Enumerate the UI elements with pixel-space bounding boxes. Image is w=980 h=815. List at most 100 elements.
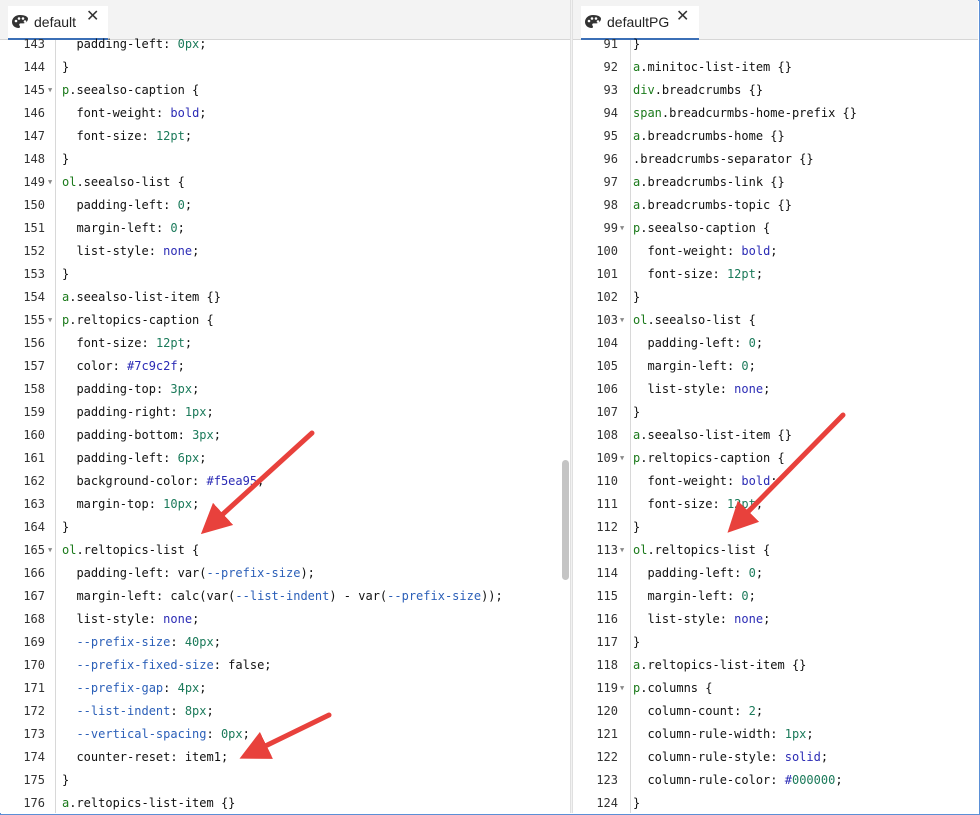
line-number: 153 [23, 267, 45, 281]
code-line[interactable]: 166 padding-left: var(--prefix-size); [0, 562, 570, 585]
code-line[interactable]: 117} [573, 631, 978, 654]
code-line[interactable]: 152 list-style: none; [0, 240, 570, 263]
code-line[interactable]: 122 column-rule-style: solid; [573, 746, 978, 769]
line-number: 100 [596, 244, 618, 258]
code-line[interactable]: 160 padding-bottom: 3px; [0, 424, 570, 447]
code-line[interactable]: 170 --prefix-fixed-size: false; [0, 654, 570, 677]
code-line[interactable]: 99 ▼ p.seealso-caption { [573, 217, 978, 240]
fold-toggle-icon[interactable]: ▼ [620, 217, 624, 240]
line-number: 166 [23, 566, 45, 580]
line-number: 117 [596, 635, 618, 649]
code-line[interactable]: 95 a.breadcrumbs-home {} [573, 125, 978, 148]
close-tab-icon[interactable]: ✕ [86, 6, 99, 26]
code-line[interactable]: 96 .breadcrumbs-separator {} [573, 148, 978, 171]
code-line[interactable]: 110 font-weight: bold; [573, 470, 978, 493]
code-line[interactable]: 171 --prefix-gap: 4px; [0, 677, 570, 700]
code-line[interactable]: 154 a.seealso-list-item {} [0, 286, 570, 309]
fold-toggle-icon[interactable]: ▼ [48, 171, 52, 194]
code-line[interactable]: 109 ▼ p.reltopics-caption { [573, 447, 978, 470]
code-line[interactable]: 124} [573, 792, 978, 813]
code-line[interactable]: 162 background-color: #f5ea95; [0, 470, 570, 493]
code-line[interactable]: 161 padding-left: 6px; [0, 447, 570, 470]
code-line[interactable]: 103 ▼ ol.seealso-list { [573, 309, 978, 332]
code-text: a.breadcrumbs-link {} [633, 175, 785, 189]
code-line[interactable]: 172 --list-indent: 8px; [0, 700, 570, 723]
fold-toggle-icon[interactable]: ▼ [620, 539, 624, 562]
code-line[interactable]: 155 ▼ p.reltopics-caption { [0, 309, 570, 332]
code-line[interactable]: 118 a.reltopics-list-item {} [573, 654, 978, 677]
code-line[interactable]: 147 font-size: 12pt; [0, 125, 570, 148]
fold-toggle-icon[interactable]: ▼ [620, 309, 624, 332]
line-number: 113 [596, 543, 618, 557]
close-tab-icon[interactable]: ✕ [676, 6, 689, 26]
code-line[interactable]: 174 counter-reset: item1; [0, 746, 570, 769]
code-line[interactable]: 120 column-count: 2; [573, 700, 978, 723]
code-editor-left[interactable]: 143 padding-left: 0px; 144} 145 ▼ p.seealso-… [0, 37, 570, 813]
code-line[interactable]: 114 padding-left: 0; [573, 562, 978, 585]
code-line[interactable]: 168 list-style: none; [0, 608, 570, 631]
code-text: font-weight: bold; [647, 244, 778, 258]
code-line[interactable]: 93 div.breadcrumbs {} [573, 79, 978, 102]
code-text: column-count: 2; [647, 704, 764, 718]
code-text: } [62, 152, 70, 166]
code-line[interactable]: 146 font-weight: bold; [0, 102, 570, 125]
code-line[interactable]: 115 margin-left: 0; [573, 585, 978, 608]
code-line[interactable]: 159 padding-right: 1px; [0, 401, 570, 424]
line-number: 150 [23, 198, 45, 212]
code-line[interactable]: 148} [0, 148, 570, 171]
code-line[interactable]: 173 --vertical-spacing: 0px; [0, 723, 570, 746]
code-line[interactable]: 105 margin-left: 0; [573, 355, 978, 378]
code-line[interactable]: 163 margin-top: 10px; [0, 493, 570, 516]
line-number: 111 [596, 497, 618, 511]
code-line[interactable]: 94 span.breadcurmbs-home-prefix {} [573, 102, 978, 125]
code-editor-right[interactable]: 91} 92 a.minitoc-list-item {} 93 div.breadcr… [573, 37, 978, 813]
code-line[interactable]: 169 --prefix-size: 40px; [0, 631, 570, 654]
code-line[interactable]: 112} [573, 516, 978, 539]
line-number: 145 [23, 83, 45, 97]
fold-toggle-icon[interactable]: ▼ [48, 539, 52, 562]
code-line[interactable]: 111 font-size: 12pt; [573, 493, 978, 516]
code-line[interactable]: 101 font-size: 12pt; [573, 263, 978, 286]
code-line[interactable]: 97 a.breadcrumbs-link {} [573, 171, 978, 194]
fold-toggle-icon[interactable]: ▼ [48, 309, 52, 332]
fold-toggle-icon[interactable]: ▼ [48, 79, 52, 102]
code-line[interactable]: 143 padding-left: 0px; [0, 33, 570, 56]
code-line[interactable]: 150 padding-left: 0; [0, 194, 570, 217]
code-line[interactable]: 151 margin-left: 0; [0, 217, 570, 240]
code-line[interactable]: 123 column-rule-color: #000000; [573, 769, 978, 792]
code-line[interactable]: 119 ▼ p.columns { [573, 677, 978, 700]
editor-pane-default: default ✕ 143 padding-left: 0px; 144} 145 ▼… [0, 0, 570, 813]
code-line[interactable]: 157 color: #7c9c2f; [0, 355, 570, 378]
code-text: padding-left: 0; [76, 198, 193, 212]
code-line[interactable]: 121 column-rule-width: 1px; [573, 723, 978, 746]
code-line[interactable]: 145 ▼ p.seealso-caption { [0, 79, 570, 102]
code-line[interactable]: 164} [0, 516, 570, 539]
code-line[interactable]: 108 a.seealso-list-item {} [573, 424, 978, 447]
code-line[interactable]: 100 font-weight: bold; [573, 240, 978, 263]
code-line[interactable]: 158 padding-top: 3px; [0, 378, 570, 401]
code-line[interactable]: 104 padding-left: 0; [573, 332, 978, 355]
line-number: 110 [596, 474, 618, 488]
code-line[interactable]: 102} [573, 286, 978, 309]
fold-toggle-icon[interactable]: ▼ [620, 677, 624, 700]
code-line[interactable]: 107} [573, 401, 978, 424]
code-line[interactable]: 106 list-style: none; [573, 378, 978, 401]
code-line[interactable]: 156 font-size: 12pt; [0, 332, 570, 355]
code-line[interactable]: 165 ▼ ol.reltopics-list { [0, 539, 570, 562]
code-line[interactable]: 91} [573, 33, 978, 56]
line-number: 119 [596, 681, 618, 695]
code-line[interactable]: 98 a.breadcrumbs-topic {} [573, 194, 978, 217]
code-text: margin-left: 0; [647, 359, 756, 373]
code-line[interactable]: 113 ▼ ol.reltopics-list { [573, 539, 978, 562]
code-line[interactable]: 176 a.reltopics-list-item {} [0, 792, 570, 813]
vertical-scrollbar[interactable] [562, 460, 569, 580]
code-line[interactable]: 175} [0, 769, 570, 792]
code-line[interactable]: 149 ▼ ol.seealso-list { [0, 171, 570, 194]
code-line[interactable]: 116 list-style: none; [573, 608, 978, 631]
code-line[interactable]: 153} [0, 263, 570, 286]
code-line[interactable]: 167 margin-left: calc(var(--list-indent)… [0, 585, 570, 608]
fold-toggle-icon[interactable]: ▼ [620, 447, 624, 470]
code-line[interactable]: 144} [0, 56, 570, 79]
line-number: 123 [596, 773, 618, 787]
code-line[interactable]: 92 a.minitoc-list-item {} [573, 56, 978, 79]
